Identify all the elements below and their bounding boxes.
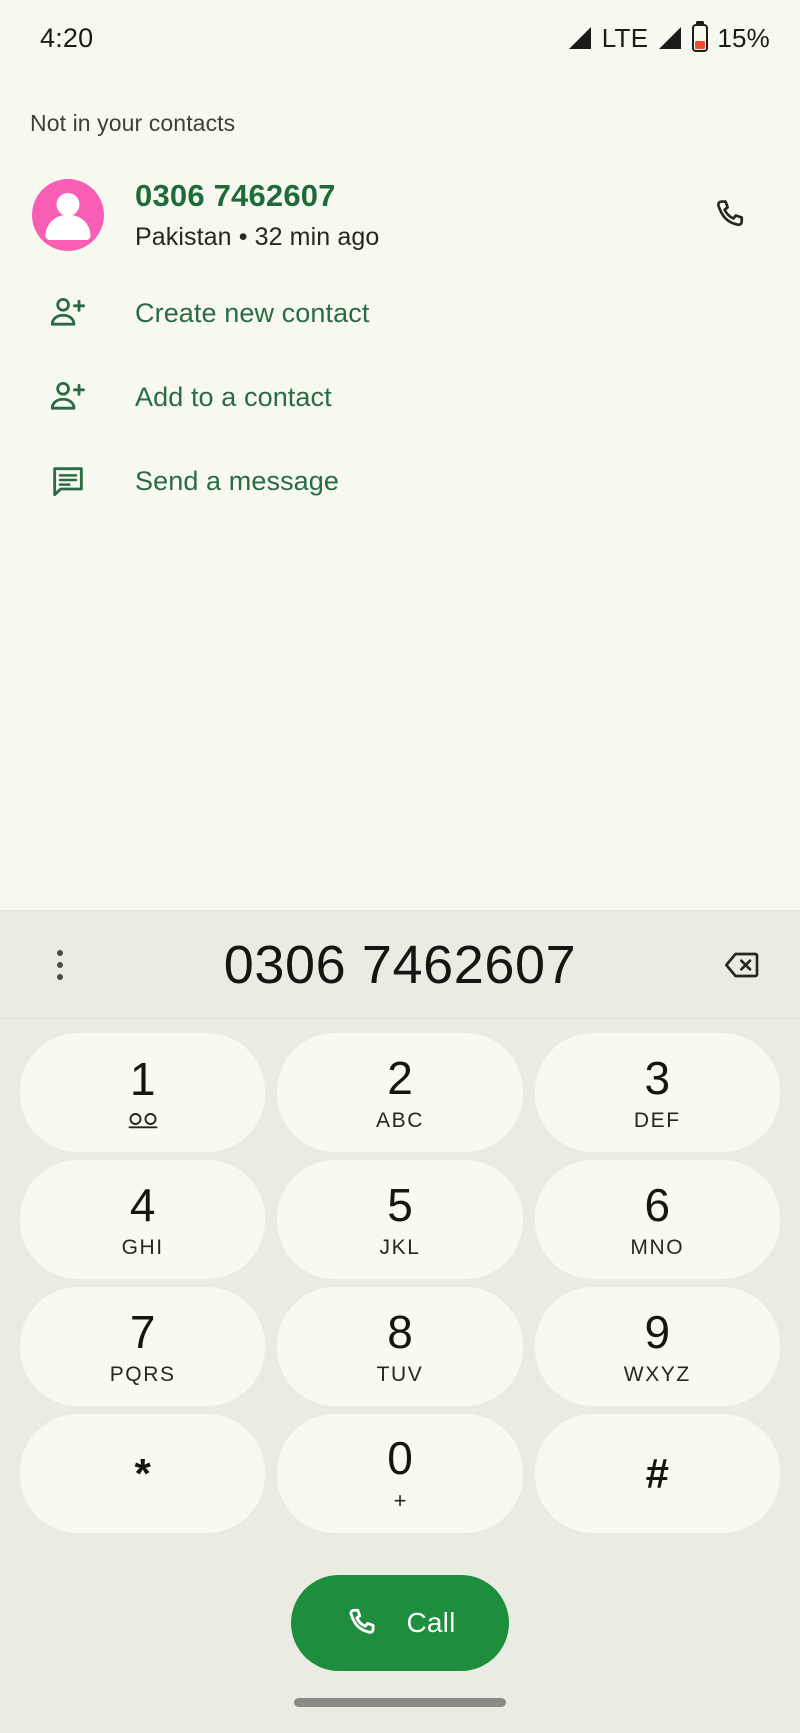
status-bar: 4:20 LTE 15% bbox=[0, 0, 800, 76]
dialpad-key-letters: + bbox=[393, 1488, 407, 1513]
empty-space bbox=[0, 523, 800, 910]
dialpad-key-digit: 0 bbox=[387, 1432, 413, 1484]
phone-icon bbox=[344, 1605, 380, 1641]
dialpad-key-1[interactable]: 1 bbox=[20, 1033, 266, 1152]
dialpad-key-7[interactable]: 7 PQRS bbox=[20, 1287, 266, 1406]
dialpad-key-letters: GHI bbox=[121, 1235, 164, 1259]
home-gesture-pill[interactable] bbox=[294, 1697, 506, 1707]
contact-subtitle: Pakistan • 32 min ago bbox=[135, 222, 380, 251]
dialpad-key-9[interactable]: 9 WXYZ bbox=[534, 1287, 780, 1406]
status-bar-clock: 4:20 bbox=[40, 22, 94, 53]
dialpad-key-digit: # bbox=[645, 1449, 669, 1497]
entered-number-display[interactable]: 0306 7462607 bbox=[86, 934, 714, 996]
dialpad-key-star[interactable]: * bbox=[20, 1414, 266, 1533]
dialpad-key-letters: MNO bbox=[630, 1235, 685, 1259]
person-add-icon bbox=[32, 376, 104, 418]
navigation-bar bbox=[0, 1671, 800, 1733]
dialpad-key-digit: 4 bbox=[129, 1178, 156, 1231]
action-send-a-message[interactable]: Send a message bbox=[28, 439, 772, 523]
dialpad-key-letters: JKL bbox=[379, 1235, 421, 1259]
overflow-menu-icon[interactable] bbox=[34, 949, 86, 980]
dialpad-key-4[interactable]: 4 GHI bbox=[20, 1160, 266, 1279]
call-button[interactable]: Call bbox=[291, 1575, 509, 1671]
dialpad-key-digit: 6 bbox=[644, 1178, 671, 1231]
dialpad-key-digit: 3 bbox=[644, 1051, 671, 1104]
dialpad-key-letters: ABC bbox=[376, 1108, 424, 1132]
voicemail-icon bbox=[128, 1112, 158, 1129]
dialpad-key-2[interactable]: 2 ABC bbox=[277, 1033, 523, 1152]
dialpad-key-3[interactable]: 3 DEF bbox=[534, 1033, 780, 1152]
backspace-icon[interactable] bbox=[714, 945, 770, 985]
contact-result-row[interactable]: 0306 7462607 Pakistan • 32 min ago bbox=[28, 159, 772, 271]
battery-percent-label: 15% bbox=[717, 22, 770, 53]
dialpad-key-letters: PQRS bbox=[109, 1362, 176, 1386]
action-create-new-contact[interactable]: Create new contact bbox=[28, 271, 772, 355]
contact-number: 0306 7462607 bbox=[135, 178, 336, 214]
dialpad-key-digit: 8 bbox=[387, 1305, 413, 1358]
dialpad-key-letters: TUV bbox=[376, 1362, 424, 1386]
number-entry-row: 0306 7462607 bbox=[0, 911, 800, 1019]
call-button-area: Call bbox=[0, 1533, 800, 1671]
network-type-label: LTE bbox=[601, 22, 649, 53]
call-button-label: Call bbox=[406, 1607, 456, 1638]
dialpad-key-8[interactable]: 8 TUV bbox=[277, 1287, 523, 1406]
phone-icon[interactable] bbox=[702, 187, 758, 243]
action-label: Send a message bbox=[135, 465, 340, 496]
dialpad-key-pound[interactable]: # bbox=[534, 1414, 780, 1533]
dialpad-key-digit: * bbox=[134, 1449, 151, 1497]
search-results-pane: Not in your contacts 0306 7462607 Pakist… bbox=[0, 76, 800, 523]
battery-low-icon bbox=[692, 24, 709, 52]
contact-text-block: 0306 7462607 Pakistan • 32 min ago bbox=[104, 178, 702, 251]
dialpad-key-5[interactable]: 5 JKL bbox=[277, 1160, 523, 1279]
status-bar-indicators: LTE 15% bbox=[567, 23, 770, 54]
section-header-not-in-contacts: Not in your contacts bbox=[30, 110, 236, 136]
dialpad-key-digit: 2 bbox=[387, 1051, 413, 1104]
action-label: Create new contact bbox=[135, 297, 370, 328]
action-add-to-a-contact[interactable]: Add to a contact bbox=[28, 355, 772, 439]
dialpad-key-letters: DEF bbox=[633, 1108, 681, 1132]
dialpad-key-digit: 7 bbox=[129, 1305, 156, 1358]
person-add-icon bbox=[32, 292, 104, 334]
dialpad-panel: 0306 7462607 1 2 ABC 3 DEF 4 GHI 5 JKL 6 MNO 7 PQRS 8… bbox=[0, 910, 800, 1733]
dialpad-key-letters: WXYZ bbox=[623, 1362, 691, 1386]
message-icon bbox=[32, 461, 104, 501]
dialpad-key-6[interactable]: 6 MNO bbox=[534, 1160, 780, 1279]
dialpad-key-0[interactable]: 0 + bbox=[277, 1414, 523, 1533]
dialpad-key-digit: 9 bbox=[644, 1305, 671, 1358]
phone-dialer-screen: 4:20 LTE 15% Not in your contacts 0306 7… bbox=[0, 0, 800, 1733]
dialpad-keys-grid: 1 2 ABC 3 DEF 4 GHI 5 JKL 6 MNO 7 PQRS 8 TUV 9 WXYZ * 0 + # bbox=[0, 1019, 800, 1533]
dialpad-key-digit: 5 bbox=[387, 1178, 413, 1231]
dialpad-key-digit: 1 bbox=[129, 1053, 156, 1105]
signal-bars-icon bbox=[567, 25, 593, 51]
action-label: Add to a contact bbox=[135, 381, 332, 412]
avatar bbox=[32, 179, 104, 251]
signal-bars-icon bbox=[657, 25, 683, 51]
